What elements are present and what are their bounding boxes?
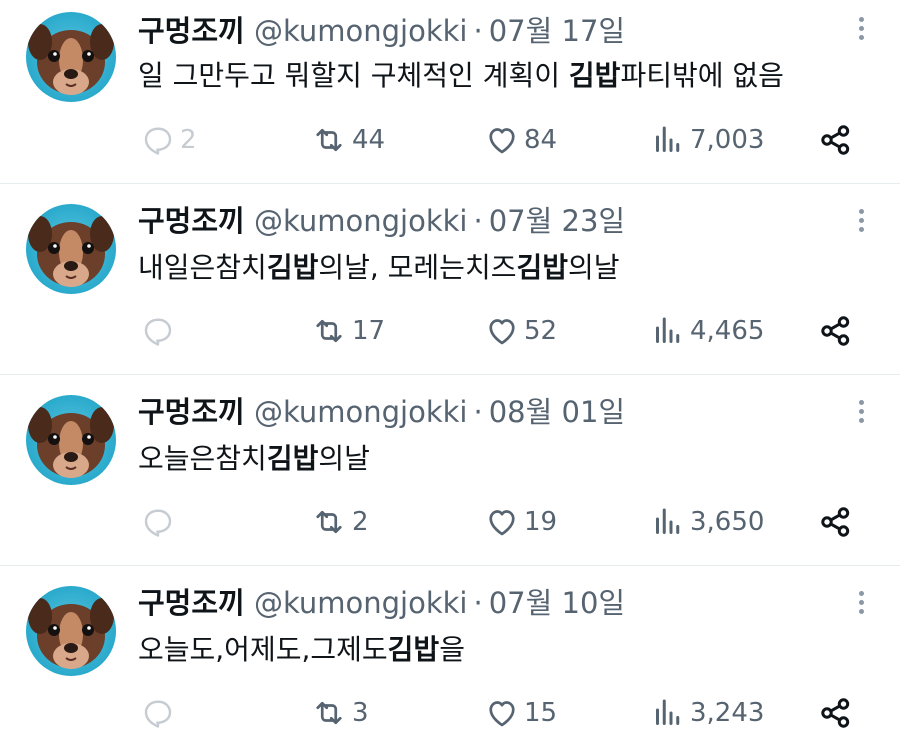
views-button[interactable]: 3,650 — [650, 500, 764, 544]
user-handle[interactable]: @kumongjokki — [254, 586, 468, 620]
like-count: 19 — [524, 507, 558, 537]
tweet[interactable]: 구멍조끼 @kumongjokki · 08월 01일 오늘은참치김밥의날 2 19… — [0, 375, 900, 566]
separator: · — [473, 14, 483, 48]
tweet-text: 오늘도,어제도,그제도김밥을 — [138, 633, 465, 666]
tweet-header: 구멍조끼 @kumongjokki · 08월 01일 — [138, 393, 625, 431]
reply-button[interactable] — [140, 500, 180, 544]
avatar[interactable] — [26, 586, 116, 676]
heart-icon — [489, 128, 515, 154]
user-handle[interactable]: @kumongjokki — [254, 204, 468, 238]
retweet-count: 44 — [352, 125, 386, 155]
retweet-count: 2 — [352, 507, 369, 537]
retweet-count: 17 — [352, 316, 386, 346]
user-handle[interactable]: @kumongjokki — [254, 14, 468, 48]
display-name[interactable]: 구멍조끼 — [138, 204, 245, 238]
share-button[interactable] — [818, 309, 854, 353]
avatar[interactable] — [26, 204, 116, 294]
share-icon — [821, 125, 850, 155]
display-name[interactable]: 구멍조끼 — [138, 395, 245, 429]
tweet-date[interactable]: 07월 10일 — [489, 586, 625, 620]
tweet[interactable]: 구멍조끼 @kumongjokki · 07월 23일 내일은참치김밥의날, 모레는… — [0, 184, 900, 375]
tweet-text: 내일은참치김밥의날, 모레는치즈김밥의날 — [138, 251, 620, 284]
share-button[interactable] — [818, 500, 854, 544]
retweet-icon — [316, 128, 342, 152]
views-button[interactable]: 7,003 — [650, 118, 764, 162]
retweet-button[interactable]: 3 — [310, 691, 369, 735]
tweet-actions: 2 19 3,650 — [0, 500, 900, 544]
view-count: 3,650 — [690, 507, 765, 537]
tweet-header: 구멍조끼 @kumongjokki · 07월 23일 — [138, 202, 625, 240]
avatar[interactable] — [26, 12, 116, 102]
tweet-date[interactable]: 07월 17일 — [489, 14, 625, 48]
tweet-date[interactable]: 08월 01일 — [489, 395, 625, 429]
retweet-button[interactable]: 17 — [310, 309, 385, 353]
tweet[interactable]: 구멍조끼 @kumongjokki · 07월 17일 일 그만두고 뭐할지 구체적… — [0, 0, 900, 184]
separator: · — [473, 204, 483, 238]
tweet-date[interactable]: 07월 23일 — [489, 204, 625, 238]
retweet-icon — [316, 701, 342, 725]
reply-icon — [144, 318, 172, 346]
reply-button[interactable] — [140, 691, 180, 735]
like-count: 15 — [524, 698, 558, 728]
tweet-text: 일 그만두고 뭐할지 구체적인 계획이 김밥파티밖에 없음 — [138, 59, 784, 92]
reply-icon — [144, 509, 172, 537]
tweet-actions: 3 15 3,243 — [0, 691, 900, 735]
views-icon — [656, 317, 680, 343]
tweet-header: 구멍조끼 @kumongjokki · 07월 17일 — [138, 12, 625, 50]
reply-icon — [144, 127, 172, 155]
tweet-actions: 17 52 4,465 — [0, 309, 900, 353]
views-button[interactable]: 4,465 — [650, 309, 764, 353]
share-icon — [821, 316, 850, 346]
retweet-icon — [316, 319, 342, 343]
heart-icon — [489, 319, 515, 345]
more-icon[interactable] — [856, 397, 866, 431]
more-icon[interactable] — [856, 206, 866, 240]
share-button[interactable] — [818, 691, 854, 735]
like-button[interactable]: 19 — [484, 500, 557, 544]
tweet-text: 오늘은참치김밥의날 — [138, 442, 370, 475]
view-count: 3,243 — [690, 698, 765, 728]
reply-button[interactable] — [140, 309, 180, 353]
display-name[interactable]: 구멍조끼 — [138, 14, 245, 48]
tweet-actions: 2 44 84 7,003 — [0, 118, 900, 162]
tweet-feed: 구멍조끼 @kumongjokki · 07월 17일 일 그만두고 뭐할지 구체적… — [0, 0, 900, 737]
retweet-button[interactable]: 2 — [310, 500, 369, 544]
views-icon — [656, 699, 680, 725]
like-count: 52 — [524, 316, 558, 346]
heart-icon — [489, 510, 515, 536]
like-button[interactable]: 52 — [484, 309, 557, 353]
reply-count: 2 — [180, 125, 197, 155]
views-button[interactable]: 3,243 — [650, 691, 764, 735]
view-count: 7,003 — [690, 125, 765, 155]
share-icon — [821, 507, 850, 537]
retweet-icon — [316, 510, 342, 534]
views-icon — [656, 126, 680, 152]
more-icon[interactable] — [856, 588, 866, 622]
like-button[interactable]: 84 — [484, 118, 557, 162]
retweet-button[interactable]: 44 — [310, 118, 385, 162]
share-button[interactable] — [818, 118, 854, 162]
heart-icon — [489, 701, 515, 727]
more-icon[interactable] — [856, 14, 866, 48]
retweet-count: 3 — [352, 698, 369, 728]
reply-button[interactable]: 2 — [140, 118, 197, 162]
share-icon — [821, 698, 850, 728]
like-button[interactable]: 15 — [484, 691, 557, 735]
tweet-header: 구멍조끼 @kumongjokki · 07월 10일 — [138, 584, 625, 622]
separator: · — [473, 395, 483, 429]
display-name[interactable]: 구멍조끼 — [138, 586, 245, 620]
separator: · — [473, 586, 483, 620]
user-handle[interactable]: @kumongjokki — [254, 395, 468, 429]
avatar[interactable] — [26, 395, 116, 485]
views-icon — [656, 508, 680, 534]
like-count: 84 — [524, 125, 558, 155]
view-count: 4,465 — [690, 316, 765, 346]
reply-icon — [144, 700, 172, 728]
tweet[interactable]: 구멍조끼 @kumongjokki · 07월 10일 오늘도,어제도,그제도김밥을… — [0, 566, 900, 737]
